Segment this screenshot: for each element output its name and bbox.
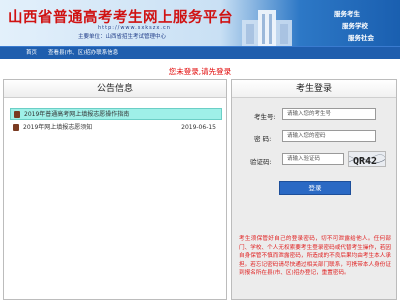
announcement-item[interactable]: 2019年网上填报志愿须知 2019-06-15 (10, 122, 222, 134)
announcements-title: 公告信息 (4, 80, 226, 98)
login-title: 考生登录 (232, 80, 396, 98)
site-title: 山西省普通高考考生网上服务平台 (8, 9, 233, 26)
captcha-input[interactable]: 请输入验证码 (282, 153, 344, 165)
building-illustration (242, 10, 292, 46)
announcement-link[interactable]: 2019年网上填报志愿须知 (23, 122, 92, 134)
slogan-students: 服务考生 (334, 10, 360, 18)
slogan-society: 服务社会 (348, 34, 374, 42)
password-label: 密 码: (254, 135, 272, 143)
captcha-noise: QR42 (349, 154, 385, 167)
announcement-item[interactable]: 2019年普通高考网上填报志愿操作指南 (10, 108, 222, 120)
document-icon (14, 111, 20, 118)
captcha-text: QR42 (353, 156, 377, 167)
candidate-number-input[interactable]: 请输入您的考生号 (282, 108, 376, 120)
slogan-schools: 服务学校 (342, 22, 368, 30)
page: 山西省普通高考考生网上服务平台 http://www.sxkszx.cn 主要单… (0, 0, 400, 300)
password-warning: 考生须保管好自己的登录密码，切不可泄露给他人。任何部门、学校、个人无权索要考生登… (239, 236, 391, 276)
login-notice: 您未登录,请先登录 (168, 67, 232, 76)
announcement-link[interactable]: 2019年普通高考网上填报志愿操作指南 (24, 109, 129, 121)
nav-bar: 首页 查看县(市、区)招办联系信息 (0, 46, 400, 59)
captcha-label: 验证码: (250, 158, 272, 166)
announcement-date: 2019-06-15 (181, 124, 216, 131)
nav-county-office-contacts[interactable]: 查看县(市、区)招办联系信息 (48, 47, 118, 59)
captcha-image[interactable]: QR42 (348, 151, 386, 167)
login-button[interactable]: 登录 (279, 181, 351, 195)
host-organization: 主要单位：山西省招生考试管理中心 (78, 34, 167, 40)
site-url: http://www.sxkszx.cn (98, 25, 171, 31)
document-icon (13, 124, 19, 131)
announcements-panel: 公告信息 2019年普通高考网上填报志愿操作指南 2019年网上填报志愿须知 2… (3, 79, 227, 300)
login-panel: 考生登录 考生号: 请输入您的考生号 密 码: 请输入您的密码 验证码: 请输入… (231, 79, 397, 300)
nav-home[interactable]: 首页 (26, 47, 37, 59)
header-banner: 山西省普通高考考生网上服务平台 http://www.sxkszx.cn 主要单… (0, 0, 400, 46)
candidate-number-label: 考生号: (254, 113, 276, 121)
slogans: 服务考生 服务学校 服务社会 (334, 8, 396, 44)
password-input[interactable]: 请输入您的密码 (282, 130, 376, 142)
